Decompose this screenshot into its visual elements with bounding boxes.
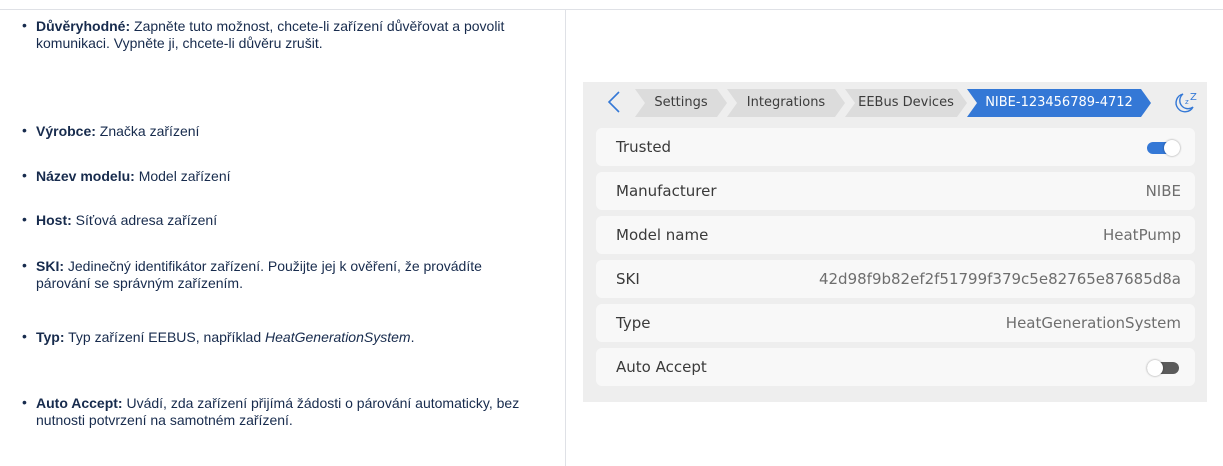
- row-label: Model name: [616, 226, 709, 244]
- term-host: Host:: [36, 212, 72, 228]
- desc-type: Typ zařízení EEBUS, například: [64, 329, 266, 345]
- bullet-icon: •: [22, 328, 27, 344]
- list-item-auto-accept: • Auto Accept: Uvádí, zda zařízení přijím…: [22, 394, 536, 429]
- row-label: Auto Accept: [616, 358, 707, 376]
- list-item-type: • Typ: Typ zařízení EEBUS, například Heat…: [22, 328, 536, 346]
- list-item-model-name: • Název modelu: Model zařízení: [22, 167, 536, 185]
- bullet-icon: •: [22, 394, 27, 410]
- auto-accept-toggle[interactable]: [1147, 360, 1181, 376]
- row-ski: SKI 42d98f9b82ef2f51799f379c5e82765e8768…: [596, 260, 1195, 298]
- list-item-ski: • SKI: Jedinečný identifikátor zařízení. …: [22, 257, 536, 292]
- breadcrumb-label: Settings: [654, 95, 708, 110]
- term-type: Typ:: [36, 329, 65, 345]
- desc-manufacturer: Značka zařízení: [95, 123, 200, 139]
- row-model-name: Model name HeatPump: [596, 216, 1195, 254]
- term-model-name: Název modelu:: [36, 168, 135, 184]
- breadcrumb-device[interactable]: NIBE-123456789-4712: [967, 89, 1151, 117]
- list-item-host: • Host: Síťová adresa zařízení: [22, 211, 536, 229]
- row-value: NIBE: [1145, 182, 1181, 200]
- row-manufacturer: Manufacturer NIBE: [596, 172, 1195, 210]
- row-label: Manufacturer: [616, 182, 717, 200]
- row-label: Trusted: [616, 138, 672, 156]
- term-ski: SKI:: [36, 258, 64, 274]
- desc-model-name: Model zařízení: [134, 168, 231, 184]
- term-manufacturer: Výrobce:: [36, 123, 96, 139]
- list-item-manufacturer: • Výrobce: Značka zařízení: [22, 122, 536, 140]
- documentation-column: • Důvěryhodné: Zapněte tuto možnost, chc…: [0, 10, 565, 466]
- desc-host: Síťová adresa zařízení: [71, 212, 218, 228]
- breadcrumb-label: EEBus Devices: [858, 95, 954, 110]
- bullet-icon: •: [22, 257, 27, 273]
- breadcrumb: Settings Integrations EEBus Devices NIBE…: [583, 82, 1207, 123]
- column-divider: [565, 10, 566, 466]
- term-trusted: Důvěryhodné:: [36, 18, 131, 34]
- bullet-icon: •: [22, 17, 27, 33]
- bullet-icon: •: [22, 211, 27, 227]
- row-value: HeatPump: [1102, 226, 1181, 244]
- bullet-icon: •: [22, 122, 27, 138]
- desc-ski: Jedinečný identifikátor zařízení. Použij…: [36, 258, 482, 291]
- toggle-knob: [1147, 360, 1163, 376]
- svg-text:z: z: [1185, 98, 1189, 106]
- list-item-trusted: • Důvěryhodné: Zapněte tuto možnost, chc…: [22, 17, 536, 52]
- row-label: SKI: [616, 270, 640, 288]
- bullet-icon: •: [22, 167, 27, 183]
- breadcrumb-settings[interactable]: Settings: [635, 89, 727, 117]
- row-auto-accept: Auto Accept: [596, 348, 1195, 386]
- sleep-zz-icon[interactable]: z Z: [1173, 90, 1199, 114]
- desc-type-example: HeatGenerationSystem: [265, 329, 411, 345]
- toggle-knob: [1164, 140, 1180, 156]
- breadcrumb-integrations[interactable]: Integrations: [727, 89, 845, 117]
- eebus-device-panel: Settings Integrations EEBus Devices NIBE…: [583, 82, 1207, 402]
- trusted-toggle[interactable]: [1147, 140, 1181, 156]
- chevron-left-icon[interactable]: [603, 90, 625, 114]
- term-auto-accept: Auto Accept:: [36, 395, 123, 411]
- row-type: Type HeatGenerationSystem: [596, 304, 1195, 342]
- breadcrumb-eebus-devices[interactable]: EEBus Devices: [845, 89, 967, 117]
- breadcrumb-label: Integrations: [746, 95, 826, 110]
- row-label: Type: [616, 314, 651, 332]
- row-trusted: Trusted: [596, 128, 1195, 166]
- page-top-border: [0, 0, 1223, 10]
- desc-type-end: .: [410, 329, 415, 345]
- svg-text:Z: Z: [1190, 92, 1197, 103]
- row-value: HeatGenerationSystem: [1005, 314, 1181, 332]
- breadcrumb-label: NIBE-123456789-4712: [985, 95, 1133, 110]
- row-value: 42d98f9b82ef2f51799f379c5e82765e87685d8a: [818, 270, 1181, 288]
